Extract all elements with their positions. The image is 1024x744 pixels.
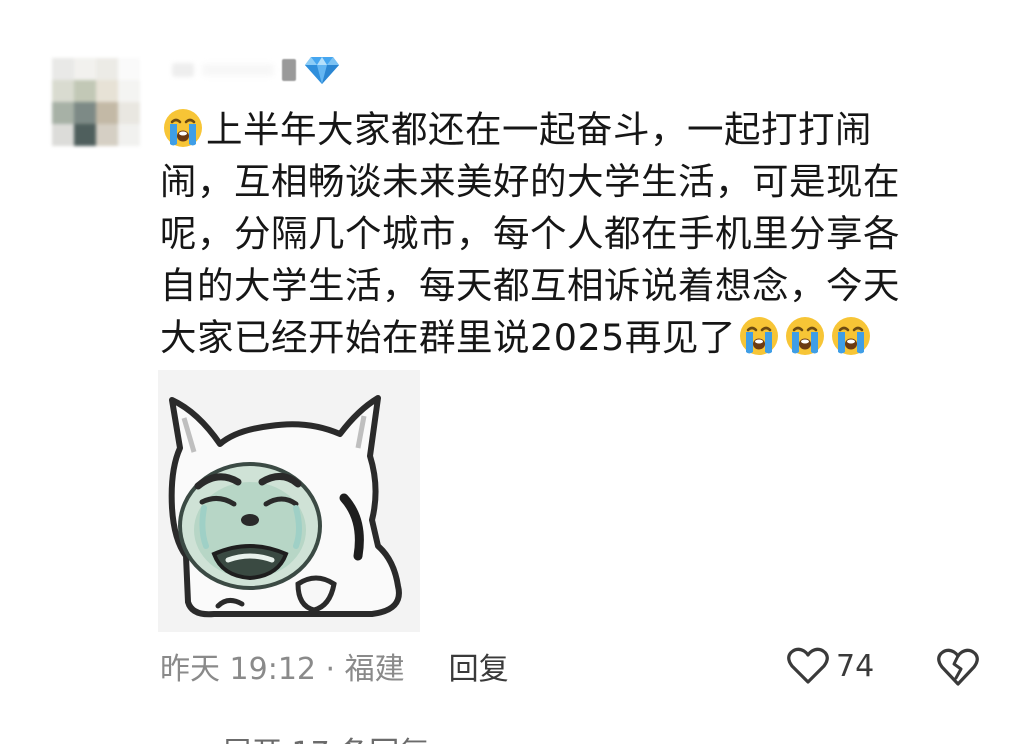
crying-face-icon <box>164 109 202 147</box>
username-redaction <box>172 63 194 77</box>
comment-meta: 昨天 19:12 · 福建 回复 <box>160 644 509 688</box>
heart-outline-icon <box>787 647 829 684</box>
expand-replies-label: 展开 17 条回复 <box>222 728 429 744</box>
timestamp-location: 昨天 19:12 · 福建 <box>160 652 405 687</box>
crying-face-icon <box>831 317 870 355</box>
comment-line: 自的大学生活，每天都互相诉说着想念，今天 <box>160 264 900 307</box>
sticker-image[interactable] <box>158 370 420 632</box>
avatar[interactable] <box>52 58 140 146</box>
reply-button[interactable]: 回复 <box>449 644 509 688</box>
like-button[interactable]: 74 <box>786 644 874 688</box>
like-count: 74 <box>836 648 875 684</box>
comment-text: 上半年大家都还在一起奋斗，一起打打闹 闹，互相畅谈未来美好的大学生活，可是现在 … <box>160 104 960 364</box>
username-redaction <box>282 59 296 81</box>
comment-line: 呢，分隔几个城市，每个人都在手机里分享各 <box>160 212 900 255</box>
comment-line: 大家已经开始在群里说2025再见了 <box>160 312 960 364</box>
diamond-icon <box>305 57 339 84</box>
crying-cat-sticker <box>158 370 420 632</box>
crying-face-icon <box>785 317 824 355</box>
broken-heart-icon <box>937 648 979 686</box>
dislike-button[interactable] <box>936 644 980 688</box>
comment-line: 上半年大家都还在一起奋斗，一起打打闹 <box>160 104 960 156</box>
expand-replies[interactable]: 展开 17 条回复 <box>160 728 429 744</box>
username-redaction <box>202 64 274 76</box>
comment-line: 闹，互相畅谈未来美好的大学生活，可是现在 <box>160 160 900 203</box>
comment-screen: 上半年大家都还在一起奋斗，一起打打闹 闹，互相畅谈未来美好的大学生活，可是现在 … <box>0 0 1024 744</box>
username[interactable] <box>172 57 340 84</box>
crying-face-icon <box>739 317 778 355</box>
